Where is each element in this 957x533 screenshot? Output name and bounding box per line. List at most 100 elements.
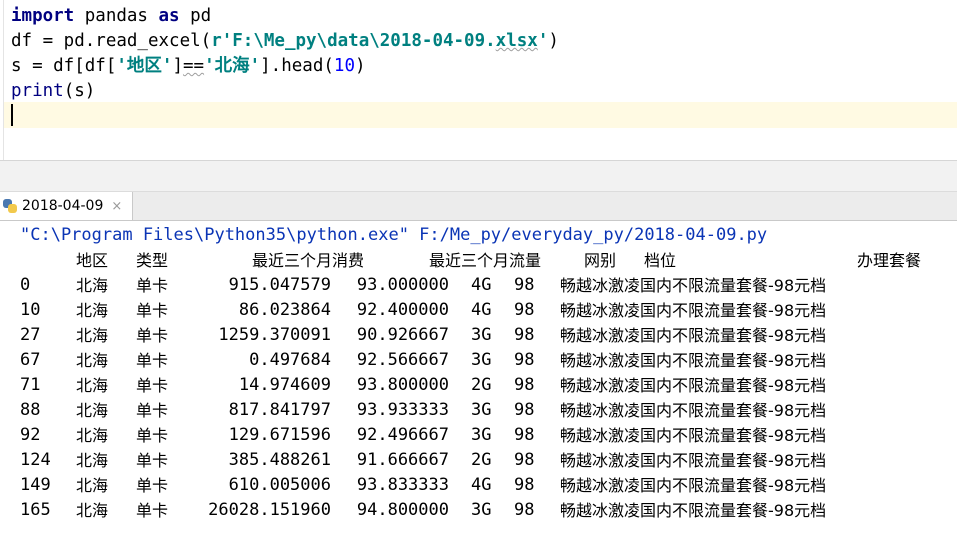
code-text: df = pd.read_excel( — [11, 31, 212, 51]
row-region: 北海 — [76, 376, 109, 395]
table-row: 27 北海 单卡 1259.370091 90.926667 3G 98 畅越冰激凌国内不限流… — [0, 323, 957, 348]
row-fee: 610.005006 — [228, 475, 331, 495]
module-name: pandas — [74, 6, 159, 26]
code-text: ].head( — [260, 56, 334, 76]
header-plan: 办理套餐 — [857, 251, 922, 270]
row-fee: 385.488261 — [228, 450, 331, 470]
row-type: 单卡 — [136, 451, 169, 470]
row-tier: 98 — [514, 350, 535, 370]
header-tier: 档位 — [644, 251, 677, 270]
code-text: (s) — [63, 81, 96, 101]
row-index: 71 — [20, 375, 41, 395]
run-tab-label: 2018-04-09 — [22, 198, 104, 214]
header-net: 网别 — [584, 251, 617, 270]
run-tab-bar: 2018-04-09 × — [0, 192, 957, 221]
row-region: 北海 — [76, 476, 109, 495]
row-net: 4G — [471, 275, 492, 295]
row-index: 92 — [20, 425, 41, 445]
table-row: 149 北海 单卡 610.005006 93.833333 4G 98 畅越冰激凌国内不限流… — [0, 473, 957, 498]
row-type: 单卡 — [136, 501, 169, 520]
row-flow: 94.800000 — [356, 500, 449, 520]
row-plan: 畅越冰激凌国内不限流量套餐-98元档 — [560, 426, 827, 445]
keyword-as: as — [158, 6, 180, 26]
row-tier: 98 — [514, 425, 535, 445]
code-line-3[interactable]: s = df[df['地区']=='北海'].head(10) — [11, 54, 366, 78]
row-region: 北海 — [76, 326, 109, 345]
row-region: 北海 — [76, 451, 109, 470]
close-icon[interactable]: × — [111, 199, 122, 214]
row-net: 3G — [471, 400, 492, 420]
row-plan: 畅越冰激凌国内不限流量套餐-98元档 — [560, 401, 827, 420]
row-flow: 93.833333 — [356, 475, 449, 495]
string-literal-ext: xlsx — [495, 31, 538, 51]
row-index: 27 — [20, 325, 41, 345]
header-region: 地区 — [76, 251, 109, 270]
row-net: 3G — [471, 350, 492, 370]
string-literal-path: r'F:\Me_py\data\2018-04-09. — [211, 31, 496, 51]
row-index: 67 — [20, 350, 41, 370]
run-console[interactable]: "C:\Program Files\Python35\python.exe" F… — [0, 221, 957, 533]
row-plan: 畅越冰激凌国内不限流量套餐-98元档 — [560, 326, 827, 345]
row-net: 3G — [471, 425, 492, 445]
row-plan: 畅越冰激凌国内不限流量套餐-98元档 — [560, 276, 827, 295]
code-line-2[interactable]: df = pd.read_excel(r'F:\Me_py\data\2018-… — [11, 29, 559, 53]
row-type: 单卡 — [136, 376, 169, 395]
row-flow: 93.000000 — [356, 275, 449, 295]
row-flow: 92.496667 — [356, 425, 449, 445]
row-index: 88 — [20, 400, 41, 420]
row-net: 4G — [471, 300, 492, 320]
row-plan: 畅越冰激凌国内不限流量套餐-98元档 — [560, 376, 827, 395]
table-row: 124 北海 单卡 385.488261 91.666667 2G 98 畅越冰激凌国内不限流… — [0, 448, 957, 473]
table-row: 92 北海 单卡 129.671596 92.496667 3G 98 畅越冰激凌国内不限流量… — [0, 423, 957, 448]
row-tier: 98 — [514, 450, 535, 470]
row-flow: 92.566667 — [356, 350, 449, 370]
row-region: 北海 — [76, 426, 109, 445]
string-literal-key: '地区' — [116, 56, 173, 76]
row-type: 单卡 — [136, 401, 169, 420]
row-index: 165 — [20, 500, 51, 520]
code-line-1[interactable]: import pandas as pd — [11, 4, 211, 28]
keyword-import: import — [11, 6, 75, 26]
row-region: 北海 — [76, 501, 109, 520]
row-tier: 98 — [514, 300, 535, 320]
panel-splitter[interactable] — [0, 161, 957, 192]
table-row: 88 北海 单卡 817.841797 93.933333 3G 98 畅越冰激凌国内不限流量… — [0, 398, 957, 423]
row-fee: 817.841797 — [228, 400, 331, 420]
table-header: 地区 类型 最近三个月消费 最近三个月流量 网别 档位 办理套餐 — [0, 248, 957, 273]
row-flow: 92.400000 — [356, 300, 449, 320]
current-line-highlight — [4, 102, 957, 128]
row-tier: 98 — [514, 475, 535, 495]
string-literal-value: '北海' — [204, 56, 261, 76]
row-type: 单卡 — [136, 351, 169, 370]
row-net: 3G — [471, 500, 492, 520]
code-line-4[interactable]: print(s) — [11, 79, 95, 103]
row-fee: 14.974609 — [238, 375, 331, 395]
row-tier: 98 — [514, 325, 535, 345]
builtin-print: print — [11, 81, 64, 101]
row-fee: 86.023864 — [238, 300, 331, 320]
code-editor[interactable]: import pandas as pd df = pd.read_excel(r… — [0, 0, 957, 161]
console-command-line: "C:\Program Files\Python35\python.exe" F… — [20, 225, 768, 245]
string-literal-quote: ' — [537, 31, 549, 51]
table-row: 165 北海 单卡 26028.151960 94.800000 3G 98 畅越冰激凌国内不… — [0, 498, 957, 523]
row-plan: 畅越冰激凌国内不限流量套餐-98元档 — [560, 351, 827, 370]
row-net: 2G — [471, 375, 492, 395]
row-fee: 129.671596 — [228, 425, 331, 445]
table-row: 10 北海 单卡 86.023864 92.400000 4G 98 畅越冰激凌国内不限流量套… — [0, 298, 957, 323]
row-type: 单卡 — [136, 276, 169, 295]
operator-equals: == — [182, 56, 205, 76]
row-fee: 1259.370091 — [218, 325, 331, 345]
row-tier: 98 — [514, 500, 535, 520]
row-fee: 26028.151960 — [208, 500, 331, 520]
row-index: 0 — [20, 275, 31, 295]
row-tier: 98 — [514, 375, 535, 395]
run-tab[interactable]: 2018-04-09 × — [0, 192, 134, 220]
code-text: ] — [172, 56, 183, 76]
row-region: 北海 — [76, 401, 109, 420]
row-index: 10 — [20, 300, 41, 320]
row-type: 单卡 — [136, 326, 169, 345]
row-plan: 畅越冰激凌国内不限流量套餐-98元档 — [560, 451, 827, 470]
row-index: 124 — [20, 450, 51, 470]
table-row: 71 北海 单卡 14.974609 93.800000 2G 98 畅越冰激凌国内不限流量套… — [0, 373, 957, 398]
python-file-icon — [2, 198, 18, 214]
